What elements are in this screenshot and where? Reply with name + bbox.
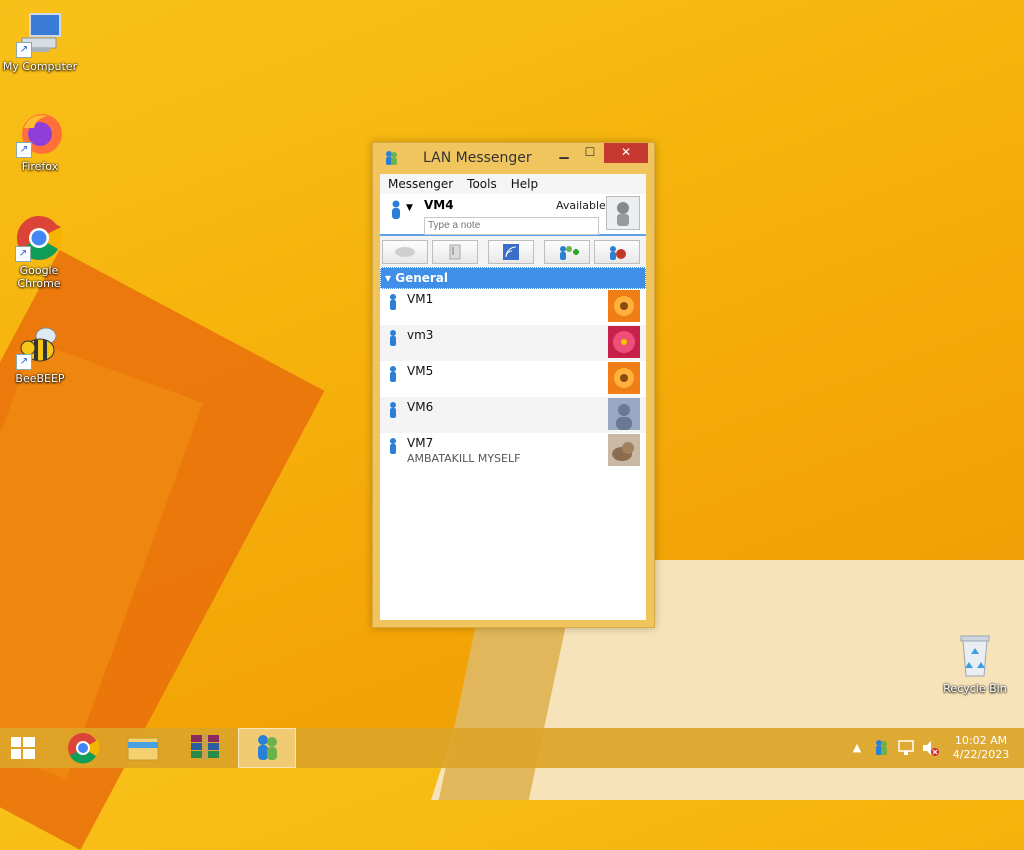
firefox-icon: ↗ bbox=[16, 110, 64, 158]
broadcast-button[interactable] bbox=[488, 240, 534, 264]
volume-muted-icon[interactable] bbox=[920, 728, 940, 768]
taskbar-lan-messenger[interactable] bbox=[238, 728, 296, 768]
contact-row[interactable]: VM5 bbox=[380, 361, 646, 397]
maximize-button[interactable]: ☐ bbox=[577, 143, 603, 163]
user-status-panel: ▼ VM4 Available bbox=[380, 194, 646, 236]
desktop-icon-my-computer[interactable]: ↗ My Computer bbox=[0, 10, 80, 73]
shortcut-arrow-icon: ↗ bbox=[16, 42, 32, 58]
chat-button[interactable] bbox=[382, 240, 428, 264]
avatar bbox=[608, 326, 640, 358]
taskbar-winrar[interactable] bbox=[176, 728, 234, 768]
contact-row[interactable]: VM6 bbox=[380, 397, 646, 433]
desktop-icon-beebeep[interactable]: ↗ BeeBEEP bbox=[0, 322, 80, 385]
shortcut-arrow-icon: ↗ bbox=[16, 354, 32, 370]
chevron-down-icon: ▾ bbox=[385, 271, 392, 285]
user-status-icon[interactable] bbox=[390, 200, 402, 220]
taskbar-file-explorer[interactable] bbox=[114, 728, 172, 768]
chrome-icon: ↗ bbox=[15, 214, 63, 262]
contact-row[interactable]: VM1 bbox=[380, 289, 646, 325]
taskbar: ▲ 10:02 AM 4/22/2023 bbox=[0, 728, 1024, 768]
window-client: Messenger Tools Help ▼ VM4 Available Typ… bbox=[380, 174, 646, 620]
contact-name: vm3 bbox=[407, 328, 434, 342]
user-online-icon bbox=[388, 293, 398, 311]
menu-messenger[interactable]: Messenger bbox=[388, 177, 453, 191]
minimize-button[interactable]: ▁ bbox=[551, 143, 577, 163]
group-header-general[interactable]: ▾ General bbox=[380, 267, 646, 289]
settings-icon bbox=[610, 246, 626, 260]
group-name: General bbox=[395, 271, 449, 285]
contact-row[interactable]: VM7 AMBATAKILL MYSELF bbox=[380, 433, 646, 469]
status-dropdown-icon[interactable]: ▼ bbox=[406, 203, 413, 213]
toolbar bbox=[380, 236, 646, 268]
clock[interactable]: 10:02 AM 4/22/2023 bbox=[946, 734, 1016, 762]
contact-name: VM7 bbox=[407, 436, 434, 450]
chrome-icon bbox=[68, 733, 100, 764]
lan-messenger-window: LAN Messenger ▁ ☐ ✕ Messenger Tools Help… bbox=[372, 142, 655, 628]
title-bar[interactable]: LAN Messenger ▁ ☐ ✕ bbox=[373, 143, 654, 173]
menu-help[interactable]: Help bbox=[511, 177, 538, 191]
clock-date: 4/22/2023 bbox=[952, 748, 1010, 761]
contact-row[interactable]: vm3 bbox=[380, 325, 646, 361]
desktop-icon-label: My Computer bbox=[2, 60, 78, 73]
bee-icon: ↗ bbox=[16, 322, 64, 370]
winrar-icon bbox=[191, 734, 219, 760]
user-online-icon bbox=[388, 329, 398, 347]
lan-messenger-icon bbox=[258, 735, 277, 760]
contact-name: VM6 bbox=[407, 400, 434, 414]
close-button[interactable]: ✕ bbox=[604, 143, 648, 163]
computer-icon: ↗ bbox=[16, 10, 64, 58]
shortcut-arrow-icon: ↗ bbox=[15, 246, 31, 262]
network-icon[interactable] bbox=[896, 728, 916, 768]
desktop-icon-chrome[interactable]: ↗ Google Chrome bbox=[0, 214, 78, 290]
desktop-icon-label: Recycle Bin bbox=[943, 682, 1007, 695]
avatar bbox=[608, 398, 640, 430]
clock-time: 10:02 AM bbox=[954, 734, 1008, 747]
avatar[interactable] bbox=[606, 196, 640, 230]
user-online-icon bbox=[388, 437, 398, 455]
contact-name: VM1 bbox=[407, 292, 434, 306]
shortcut-arrow-icon: ↗ bbox=[16, 142, 32, 158]
add-contact-icon bbox=[560, 246, 579, 260]
avatar bbox=[608, 362, 640, 394]
desktop-icon-label: Google Chrome bbox=[17, 264, 61, 290]
menu-tools[interactable]: Tools bbox=[467, 177, 497, 191]
avatar bbox=[608, 434, 640, 466]
broadcast-icon bbox=[503, 244, 519, 260]
start-button[interactable] bbox=[0, 728, 46, 768]
settings-button[interactable] bbox=[594, 240, 640, 264]
windows-logo-icon bbox=[11, 737, 35, 759]
desktop-icon-label: Firefox bbox=[21, 160, 59, 173]
lan-messenger-icon bbox=[383, 150, 399, 166]
taskbar-chrome[interactable] bbox=[54, 728, 112, 768]
send-file-button[interactable] bbox=[432, 240, 478, 264]
contact-note: AMBATAKILL MYSELF bbox=[407, 452, 521, 465]
recycle-bin-icon bbox=[951, 632, 999, 680]
availability-status[interactable]: Available bbox=[556, 199, 606, 212]
note-input[interactable] bbox=[424, 217, 599, 235]
user-online-icon bbox=[388, 401, 398, 419]
add-contact-button[interactable] bbox=[544, 240, 590, 264]
contact-name: VM5 bbox=[407, 364, 434, 378]
window-title: LAN Messenger bbox=[423, 150, 532, 166]
desktop-icon-label: BeeBEEP bbox=[15, 372, 65, 385]
user-online-icon bbox=[388, 365, 398, 383]
show-hidden-icons-chevron-icon[interactable]: ▲ bbox=[850, 728, 864, 768]
lan-messenger-tray-icon[interactable] bbox=[872, 728, 890, 768]
desktop-icon-firefox[interactable]: ↗ Firefox bbox=[0, 110, 80, 173]
chat-icon bbox=[395, 247, 415, 257]
menu-bar: Messenger Tools Help bbox=[380, 174, 646, 194]
user-name: VM4 bbox=[424, 198, 454, 212]
desktop-icon-recycle-bin[interactable]: Recycle Bin bbox=[935, 632, 1015, 695]
contact-list: ▾ General VM1 vm3 VM5 VM6 VM7 AMBATAKILL… bbox=[380, 267, 646, 620]
avatar bbox=[608, 290, 640, 322]
folder-icon bbox=[127, 737, 159, 761]
attach-icon bbox=[449, 244, 461, 260]
